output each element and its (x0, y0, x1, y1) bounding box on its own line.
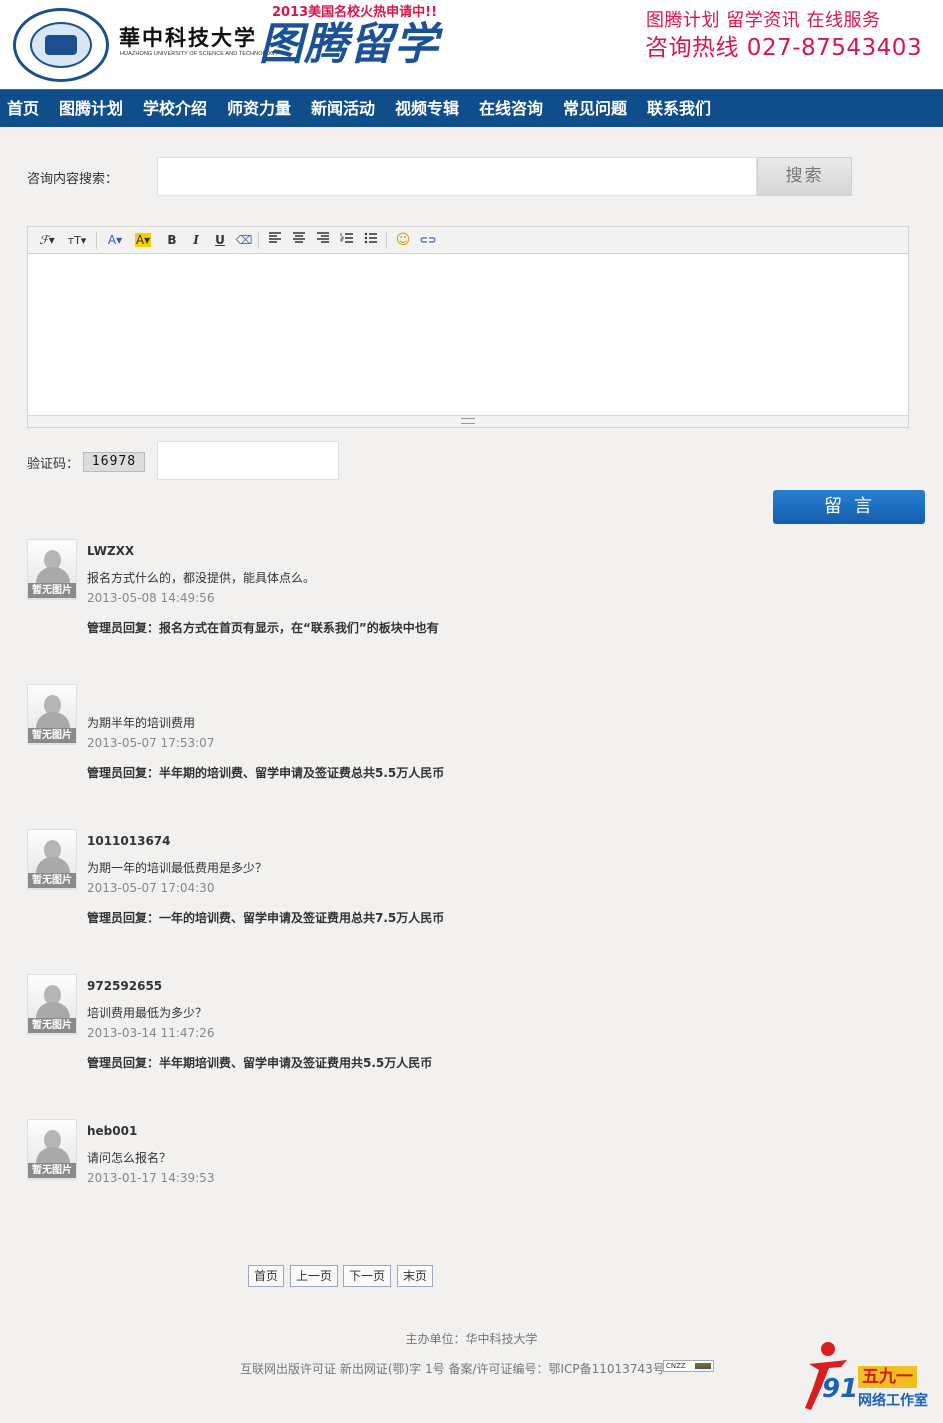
message-author: 972592655 (87, 979, 163, 993)
nav-item-videos[interactable]: 视频专辑 (395, 90, 459, 128)
admin-reply: 管理员回复：一年的培训费、留学申请及签证费用总共7.5万人民币 (87, 911, 445, 925)
captcha-label: 验证码： (27, 457, 80, 472)
search-input[interactable] (157, 157, 757, 196)
consult-hotline: 咨询热线 027-87543403 (645, 35, 923, 61)
cnzz-label: CNZZ (666, 1362, 686, 1370)
toolbar-divider (96, 232, 97, 249)
toolbar-divider (386, 232, 387, 249)
unordered-list-glyph (364, 232, 377, 244)
editor-toolbar: ℱ▾ тT▾ A▾ A▾ B I U ⌫ ☺ ⊂⊃ (28, 227, 908, 254)
pager-last-button[interactable]: 末页 (397, 1265, 433, 1287)
avatar-placeholder-label: 暂无图片 (28, 583, 76, 598)
italic-icon[interactable]: I (188, 231, 204, 250)
highlight-color-swatch: A▾ (134, 233, 152, 247)
align-left-glyph (269, 232, 281, 243)
font-color-icon[interactable]: A▾ (104, 231, 126, 250)
message-item: 暂无图片 1011013674 为期一年的培训最低费用是多少？ 2013-05-… (27, 829, 907, 949)
nav-item-faq[interactable]: 常见问题 (563, 90, 627, 128)
avatar-placeholder-label: 暂无图片 (28, 1163, 76, 1178)
message-text: 报名方式什么的，都没提供，能具体点么。 (87, 571, 316, 585)
captcha-image[interactable]: 16978 (83, 452, 145, 472)
message-item: 暂无图片 LWZXX 报名方式什么的，都没提供，能具体点么。 2013-05-0… (27, 539, 907, 659)
submit-message-button[interactable]: 留言 (773, 490, 925, 524)
editor-content-area[interactable] (28, 255, 908, 415)
message-time: 2013-05-08 14:49:56 (87, 591, 215, 605)
promo-banner-text[interactable]: 2013美国名校火热申请中!! (272, 1, 437, 20)
university-seal-logo[interactable] (13, 8, 109, 82)
message-text: 培训费用最低为多少？ (87, 1006, 208, 1020)
message-text: 为期一年的培训最低费用是多少？ (87, 861, 268, 875)
bold-icon[interactable]: B (164, 231, 180, 250)
captcha-input[interactable] (157, 441, 339, 480)
message-author: heb001 (87, 1124, 138, 1138)
message-editor: ℱ▾ тT▾ A▾ A▾ B I U ⌫ ☺ ⊂⊃ (27, 226, 909, 428)
studio-logo-number[interactable]: 91 (822, 1374, 858, 1404)
admin-reply: 管理员回复：半年期的培训费、留学申请及签证费总共5.5万人民币 (87, 766, 445, 780)
avatar: 暂无图片 (27, 974, 77, 1035)
message-item: 暂无图片 heb001 请问怎么报名？ 2013-01-17 14:39:53 (27, 1119, 907, 1239)
underline-icon[interactable]: U (212, 231, 228, 250)
avatar: 暂无图片 (27, 829, 77, 890)
ordered-list-glyph (340, 233, 353, 243)
ordered-list-icon[interactable] (338, 231, 356, 250)
message-time: 2013-05-07 17:04:30 (87, 881, 215, 895)
nav-item-tuteng-plan[interactable]: 图腾计划 (59, 90, 123, 128)
message-time: 2013-03-14 11:47:26 (87, 1026, 215, 1040)
seal-emblem (45, 35, 77, 55)
avatar-placeholder-label: 暂无图片 (28, 873, 76, 888)
message-item: 暂无图片 972592655 培训费用最低为多少？ 2013-03-14 11:… (27, 974, 907, 1094)
site-header: 華中科技大学 HUAZHONG UNIVERSITY OF SCIENCE AN… (0, 0, 943, 89)
unordered-list-icon[interactable] (362, 231, 380, 250)
avatar: 暂无图片 (27, 684, 77, 745)
avatar: 暂无图片 (27, 1119, 77, 1180)
search-label: 咨询内容搜索： (27, 172, 119, 187)
pager-first-button[interactable]: 首页 (248, 1265, 284, 1287)
pager-next-button[interactable]: 下一页 (343, 1265, 391, 1287)
admin-reply: 管理员回复：报名方式在首页有显示，在“联系我们”的板块中也有 (87, 621, 439, 635)
resize-grip-icon (461, 418, 475, 424)
message-author: 1011013674 (87, 834, 171, 848)
message-time: 2013-05-07 17:53:07 (87, 736, 215, 750)
seal-inner-ring (30, 22, 92, 68)
nav-item-home[interactable]: 首页 (7, 90, 39, 128)
pager-prev-button[interactable]: 上一页 (290, 1265, 338, 1287)
align-right-icon[interactable] (314, 231, 332, 250)
font-family-icon[interactable]: ℱ▾ (36, 231, 58, 250)
message-item: 暂无图片 为期半年的培训费用 2013-05-07 17:53:07 管理员回复… (27, 684, 907, 804)
nav-item-schools[interactable]: 学校介绍 (143, 90, 207, 128)
message-author: LWZXX (87, 544, 135, 558)
message-time: 2013-01-17 14:39:53 (87, 1171, 215, 1185)
align-center-icon[interactable] (290, 231, 308, 250)
nav-item-contact[interactable]: 联系我们 (647, 90, 711, 128)
brand-logo-text[interactable]: 图腾留学 (259, 20, 439, 70)
studio-logo-name[interactable]: 网络工作室 (858, 1390, 928, 1410)
avatar: 暂无图片 (27, 539, 77, 600)
eraser-icon[interactable]: ⌫ (235, 231, 253, 250)
editor-resize-handle[interactable] (28, 415, 908, 427)
cnzz-stats-badge[interactable]: CNZZ (663, 1360, 714, 1372)
highlight-color-icon[interactable]: A▾ (132, 231, 154, 250)
message-text: 为期半年的培训费用 (87, 716, 196, 730)
admin-reply: 管理员回复：半年期培训费、留学申请及签证费用共5.5万人民币 (87, 1056, 433, 1070)
search-button[interactable]: 搜索 (757, 157, 852, 196)
avatar-placeholder-label: 暂无图片 (28, 1018, 76, 1033)
cnzz-bar-icon (695, 1363, 711, 1369)
message-text: 请问怎么报名？ (87, 1151, 172, 1165)
link-icon[interactable]: ⊂⊃ (418, 231, 438, 250)
university-name-en: HUAZHONG UNIVERSITY OF SCIENCE AND TECHN… (120, 51, 279, 57)
toolbar-divider (258, 232, 259, 249)
emoticon-icon[interactable]: ☺ (394, 231, 412, 250)
align-right-glyph (317, 232, 329, 243)
nav-item-news[interactable]: 新闻活动 (311, 90, 375, 128)
align-center-glyph (293, 232, 305, 243)
studio-logo-cn[interactable]: 五九一 (858, 1366, 917, 1388)
align-left-icon[interactable] (266, 231, 284, 250)
university-name-cn: 華中科技大学 (119, 25, 257, 50)
footer-license: 互联网出版许可证 新出网证(鄂)字 1号 备案/许可证编号：鄂ICP备11013… (240, 1362, 665, 1376)
font-size-icon[interactable]: тT▾ (64, 231, 90, 250)
nav-item-consult[interactable]: 在线咨询 (479, 90, 543, 128)
avatar-placeholder-label: 暂无图片 (28, 728, 76, 743)
main-nav: 首页 图腾计划 学校介绍 师资力量 新闻活动 视频专辑 在线咨询 常见问题 联系… (0, 89, 943, 127)
nav-item-faculty[interactable]: 师资力量 (227, 90, 291, 128)
